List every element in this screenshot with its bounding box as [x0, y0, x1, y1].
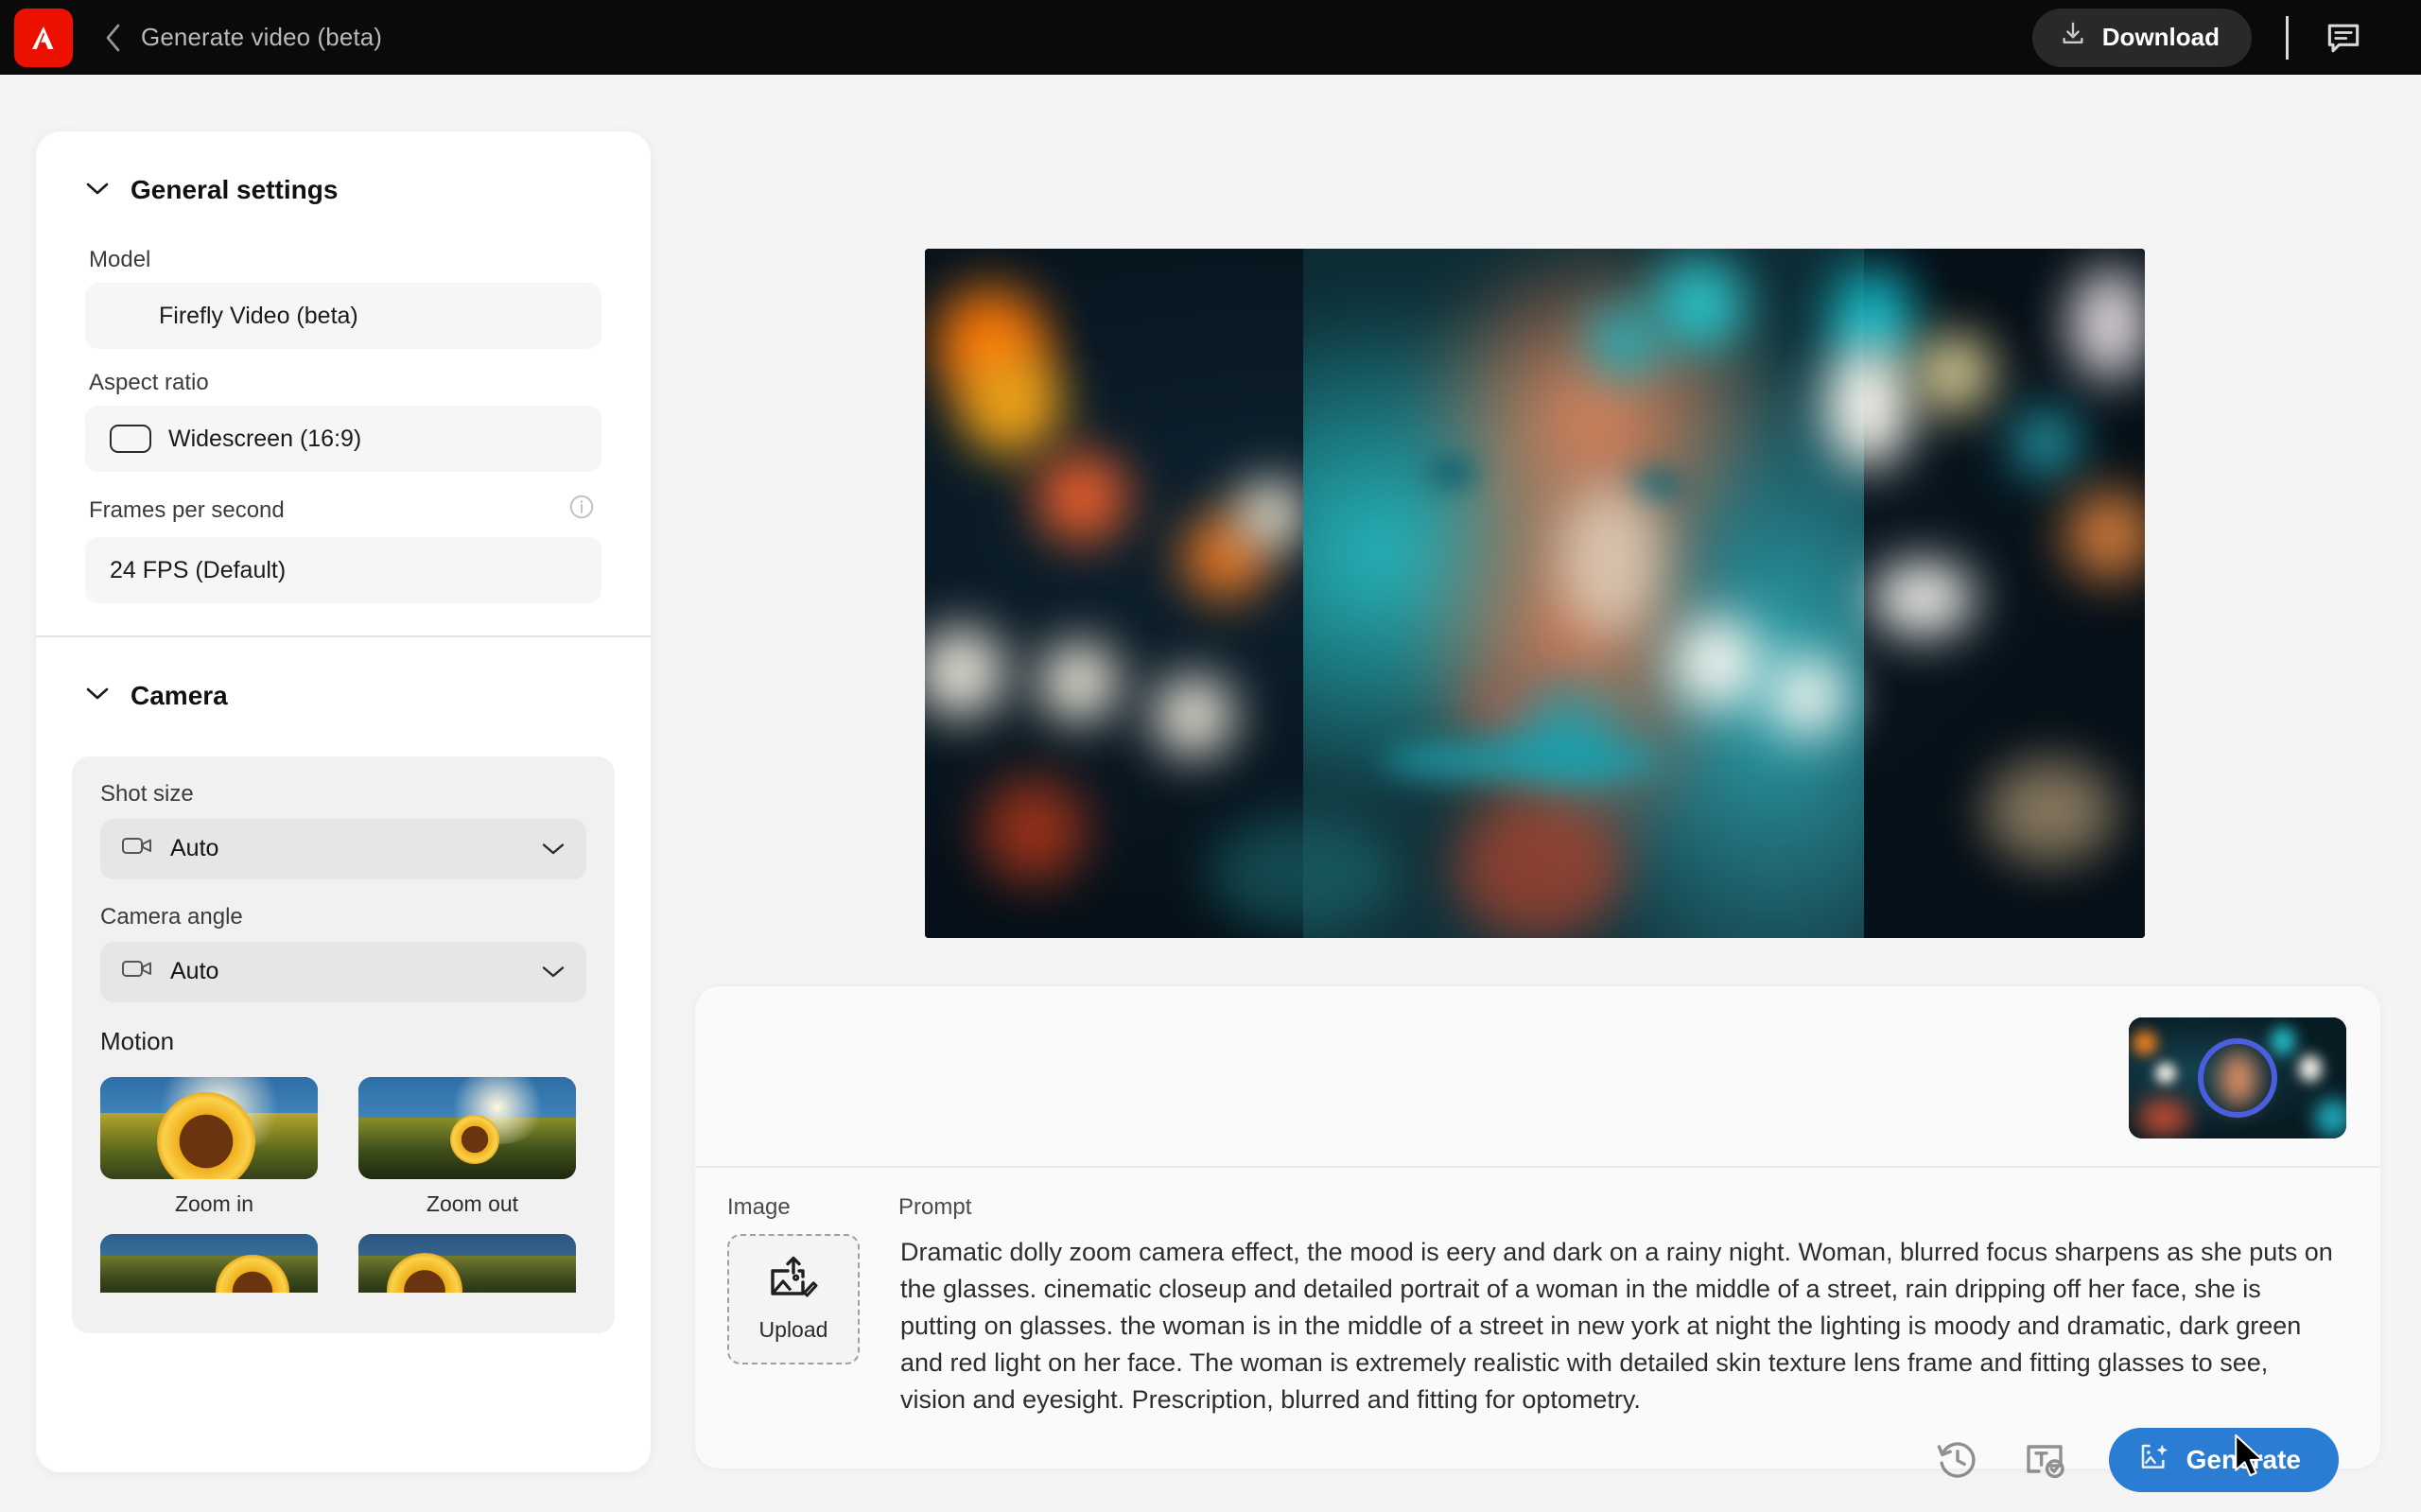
- general-settings-section: General settings Model Firefly Video (be…: [36, 131, 651, 603]
- generate-button[interactable]: Generate: [2108, 1428, 2339, 1493]
- settings-sidebar: General settings Model Firefly Video (be…: [36, 131, 651, 1472]
- top-bar: Generate video (beta) Download: [0, 0, 2421, 75]
- motion-thumbnail: [358, 1076, 576, 1179]
- camera-angle-label: Camera angle: [100, 903, 243, 930]
- fps-value: 24 FPS (Default): [110, 556, 287, 583]
- aspect-ratio-value: Widescreen (16:9): [168, 425, 362, 452]
- upload-dropzone[interactable]: Upload: [727, 1233, 860, 1364]
- camera-options-card: Shot size Auto Camera angle Auto Motion …: [72, 756, 615, 1333]
- prompt-panel-body: Image Upload Prompt Dramatic dolly zoom …: [695, 1168, 2380, 1493]
- sparkle-generate-icon: [2137, 1442, 2171, 1479]
- motion-option-4[interactable]: [358, 1233, 586, 1305]
- motion-option-label: Zoom in: [174, 1190, 254, 1216]
- general-settings-header[interactable]: General settings: [85, 131, 601, 226]
- motion-option-zoom-out[interactable]: Zoom out: [358, 1076, 586, 1217]
- chevron-down-icon: [85, 181, 110, 200]
- prompt-column: Prompt Dramatic dolly zoom camera effect…: [898, 1194, 2380, 1493]
- shot-size-value: Auto: [170, 835, 219, 861]
- model-select[interactable]: Firefly Video (beta): [85, 283, 601, 349]
- feedback-chat-icon[interactable]: [2323, 17, 2364, 59]
- download-button[interactable]: Download: [2031, 8, 2252, 67]
- motion-thumbnail: [358, 1233, 576, 1293]
- download-icon: [2059, 20, 2087, 55]
- motion-thumbnail: [100, 1233, 318, 1293]
- fps-label: Frames per second: [89, 496, 285, 523]
- image-upload-icon: [767, 1256, 820, 1310]
- text-prompt-check-icon[interactable]: [2022, 1437, 2067, 1483]
- model-value: Firefly Video (beta): [159, 302, 358, 329]
- download-button-label: Download: [2101, 23, 2220, 51]
- fps-label-row: Frames per second: [85, 472, 601, 537]
- toolbar-divider: [2286, 15, 2289, 60]
- camera-angle-value: Auto: [170, 958, 219, 984]
- chevron-down-icon: [541, 835, 566, 862]
- camera-header[interactable]: Camera: [85, 637, 601, 732]
- progress-ring: [2198, 1038, 2277, 1118]
- prompt-label: Prompt: [898, 1193, 972, 1220]
- app-root: Generate video (beta) Download General s…: [0, 0, 2421, 1512]
- chevron-down-icon: [85, 686, 110, 705]
- chevron-down-icon: [541, 958, 566, 985]
- prompt-panel: Image Upload Prompt Dramatic dolly zoom …: [695, 986, 2380, 1493]
- top-bar-actions: Download: [2031, 8, 2421, 67]
- fps-select[interactable]: 24 FPS (Default): [85, 537, 601, 603]
- motion-option-3[interactable]: [100, 1233, 328, 1305]
- chevron-left-icon[interactable]: [101, 19, 126, 57]
- shot-size-select[interactable]: Auto: [100, 818, 586, 879]
- motion-option-zoom-in[interactable]: Zoom in: [100, 1076, 328, 1217]
- generate-button-label: Generate: [2186, 1445, 2301, 1475]
- motion-options-grid: Zoom in Zoom out: [100, 1076, 586, 1305]
- aspect-ratio-select[interactable]: Widescreen (16:9): [85, 406, 601, 472]
- generated-video-thumbnail[interactable]: [2129, 1017, 2346, 1138]
- image-upload-column: Image Upload: [695, 1194, 898, 1493]
- general-settings-title: General settings: [131, 175, 339, 204]
- info-icon[interactable]: [567, 493, 596, 528]
- upload-label: Upload: [758, 1316, 828, 1342]
- aspect-ratio-label: Aspect ratio: [89, 370, 209, 395]
- video-camera-icon: [121, 957, 153, 986]
- motion-label: Motion: [100, 1026, 175, 1055]
- motion-thumbnail: [100, 1076, 318, 1179]
- shot-size-label: Shot size: [100, 780, 194, 807]
- aspect-ratio-icon: [110, 425, 151, 453]
- model-label: Model: [89, 247, 151, 272]
- camera-section: Camera: [36, 637, 651, 732]
- video-camera-icon: [121, 834, 153, 863]
- camera-title: Camera: [131, 680, 228, 710]
- prompt-actions: Generate: [898, 1428, 2339, 1493]
- motion-option-label: Zoom out: [426, 1190, 519, 1216]
- history-clock-icon[interactable]: [1935, 1437, 1980, 1483]
- adobe-logo-icon[interactable]: [14, 8, 73, 67]
- video-preview[interactable]: [925, 249, 2145, 938]
- camera-angle-select[interactable]: Auto: [100, 941, 586, 1002]
- image-label: Image: [727, 1193, 791, 1220]
- prompt-input[interactable]: Dramatic dolly zoom camera effect, the m…: [898, 1234, 2339, 1419]
- page-title: Generate video (beta): [141, 23, 383, 51]
- prompt-panel-top: [695, 986, 2380, 1166]
